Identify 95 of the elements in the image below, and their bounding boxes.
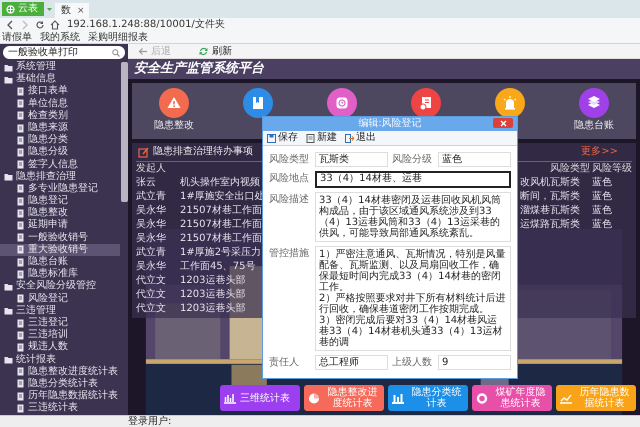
table-cell: 工作面45、75号 [180,261,256,273]
dialog-title: 编辑:风险登记 [358,118,422,130]
table-cell: 1203运巷头部 [180,303,246,315]
tree-item[interactable]: 规违人数 [0,341,120,354]
field-label: 风险分级 [392,153,433,167]
field-label: 风险地点 [269,172,310,186]
table-cell: 蓝色 [592,219,612,231]
save-button[interactable]: 保存 [266,132,299,144]
tree-item[interactable]: 隐患整改 [0,207,120,220]
search-field[interactable]: 一般验收单打印 [3,46,125,59]
tree-item[interactable]: 三违培训 [0,329,120,342]
table-cell: 代立文 [136,289,166,301]
tree-item[interactable]: 历年隐患数据统计表 [0,390,120,402]
table-cell: 断间， [520,191,550,203]
tree-item[interactable]: 三违统计表 [0,402,120,414]
tree-item[interactable]: 三违登记 [0,316,120,330]
table-cell: 瓦斯类 [550,219,580,231]
text-field[interactable]: 瓦斯类 [315,152,388,167]
text-area[interactable]: 33（4）14材巷密闭及运巷回收风机风筒构成品，由于该区域通风系统涉及到33（4）13运巷风筒和33（4）13运采巷的供风，可能导致局部通风系统紊乱。 [315,192,511,242]
field-label: 责任人 [269,356,300,370]
text-field[interactable]: 总工程师 [315,355,388,370]
tree-item[interactable]: 隐患分类 [0,134,120,146]
table-cell: 21507材巷工作面 [180,233,262,245]
browser-tab[interactable]: 数 × [55,3,89,18]
tree-item[interactable]: 基础信息 [0,73,120,86]
table-cell: 瓦斯类 [550,177,580,189]
column-header: 风险等级 [592,163,632,175]
table-cell: 蓝色 [592,205,612,217]
user-label: 登录用户: [128,416,172,427]
table-cell: 1203运巷头部 [180,289,246,301]
report-button[interactable]: 三维统计表 [220,385,300,411]
field-label: 风险类型 [269,152,310,167]
tree-item[interactable]: 单位信息 [0,98,120,110]
new-button[interactable]: 新建 [305,132,338,144]
table-cell: 吴永华 [136,205,166,217]
table-cell: 吴永华 [136,233,166,245]
tree-item[interactable]: 一般验收销号 [0,232,120,244]
panel-title: 隐患排查治理待办事项 [153,146,254,158]
table-cell: 瓦斯类 [550,205,580,217]
tree-item[interactable]: 检查类别 [0,110,120,122]
text-area[interactable]: 1）严密注意通风、瓦斯情况，特别是风量配备、瓦斯监测、以及局扇回收工作，确保最短时间内完成33（4）14材巷的密闭工作。 2）严格按照要求对井下所有材料统计后进行回收，确保巷道密闭工作按期完成。 3）密闭完成后要对33（4）14材巷风运巷33（4）14材巷机头通33（4）13运材巷的调 [315,246,511,351]
tree-item[interactable]: 隐患标准库 [0,268,120,280]
text-field[interactable]: 33（4）14材巷、运巷 [315,171,511,188]
tree-item[interactable]: 三违管理 [0,304,120,317]
table-cell: 改风机 [520,177,550,189]
table-cell: 1203运巷头部 [180,275,246,287]
field-label: 风险描述 [269,192,310,207]
tree-item[interactable]: 统计报表 [0,354,120,366]
more-link[interactable]: 更多>> [581,146,632,158]
text-field[interactable]: 蓝色 [438,152,511,167]
tree-item[interactable]: 隐患排查治理 [0,170,120,183]
table-cell: 溜煤巷 [520,205,550,217]
bookmark-link[interactable]: 采购明细报表 [88,32,148,43]
field-label: 管控措施 [269,246,310,261]
tree-item[interactable]: 隐患整改进度统计表 [0,366,120,378]
tree-item[interactable]: 隐患分级 [0,146,120,158]
tree-item[interactable]: 接口表单 [0,85,120,98]
field-label: 上级人数 [392,356,433,370]
tree-item[interactable]: 风险登记 [0,292,120,305]
tree-item[interactable]: 隐患来源 [0,122,120,134]
module-label[interactable]: 隐患台账 [574,120,614,132]
table-cell: 代立文 [136,275,166,287]
tree-item[interactable]: 系统管理 [0,61,120,74]
table-cell: 21507材巷工作面 [180,205,262,217]
table-cell: 21507材巷工作面 [180,219,262,231]
table-cell: 代立文 [136,303,166,315]
table-cell: 1#厚施2号采压力 [180,247,262,259]
tree-item[interactable]: 延期申请 [0,219,120,232]
refresh-button[interactable]: 刷新 [197,44,234,58]
bookmark-link[interactable]: 请假单 [2,32,32,43]
text-field[interactable]: 9 [438,355,511,370]
table-cell: 武立青 [136,247,166,259]
tree-item[interactable]: 重大验收销号 [0,244,120,256]
table-cell: 蓝色 [592,177,612,189]
table-cell: 张云 [136,177,156,189]
exit-button[interactable]: 退出 [344,132,377,144]
table-cell: 瓦斯类 [550,191,580,203]
column-header: 发起人 [136,163,166,175]
tree-item[interactable]: 安全风险分级管控 [0,280,120,293]
close-button[interactable]: × [77,6,85,16]
tree-item[interactable]: 隐患台账 [0,256,120,268]
module-label[interactable]: 隐患整改 [154,120,194,132]
table-cell: 武立青 [136,191,166,203]
tree-item[interactable]: 签字人信息 [0,158,120,171]
table-cell: 机头操作室内视频 [180,177,260,189]
bookmark-link[interactable]: 我的系统 [40,32,80,43]
table-cell: 运煤路 [520,219,550,231]
table-cell: 吴永华 [136,219,166,231]
table-cell: 蓝色 [592,191,612,203]
app-title: 安全生产监管系统平台 [134,61,264,77]
column-header: 风险类型 [550,163,590,175]
table-cell: 吴永华 [136,261,166,273]
tree-item[interactable]: 隐患登记 [0,195,120,208]
tree-item[interactable]: 多专业隐患登记 [0,182,120,196]
tree-item[interactable]: 隐患分类统计表 [0,378,120,390]
